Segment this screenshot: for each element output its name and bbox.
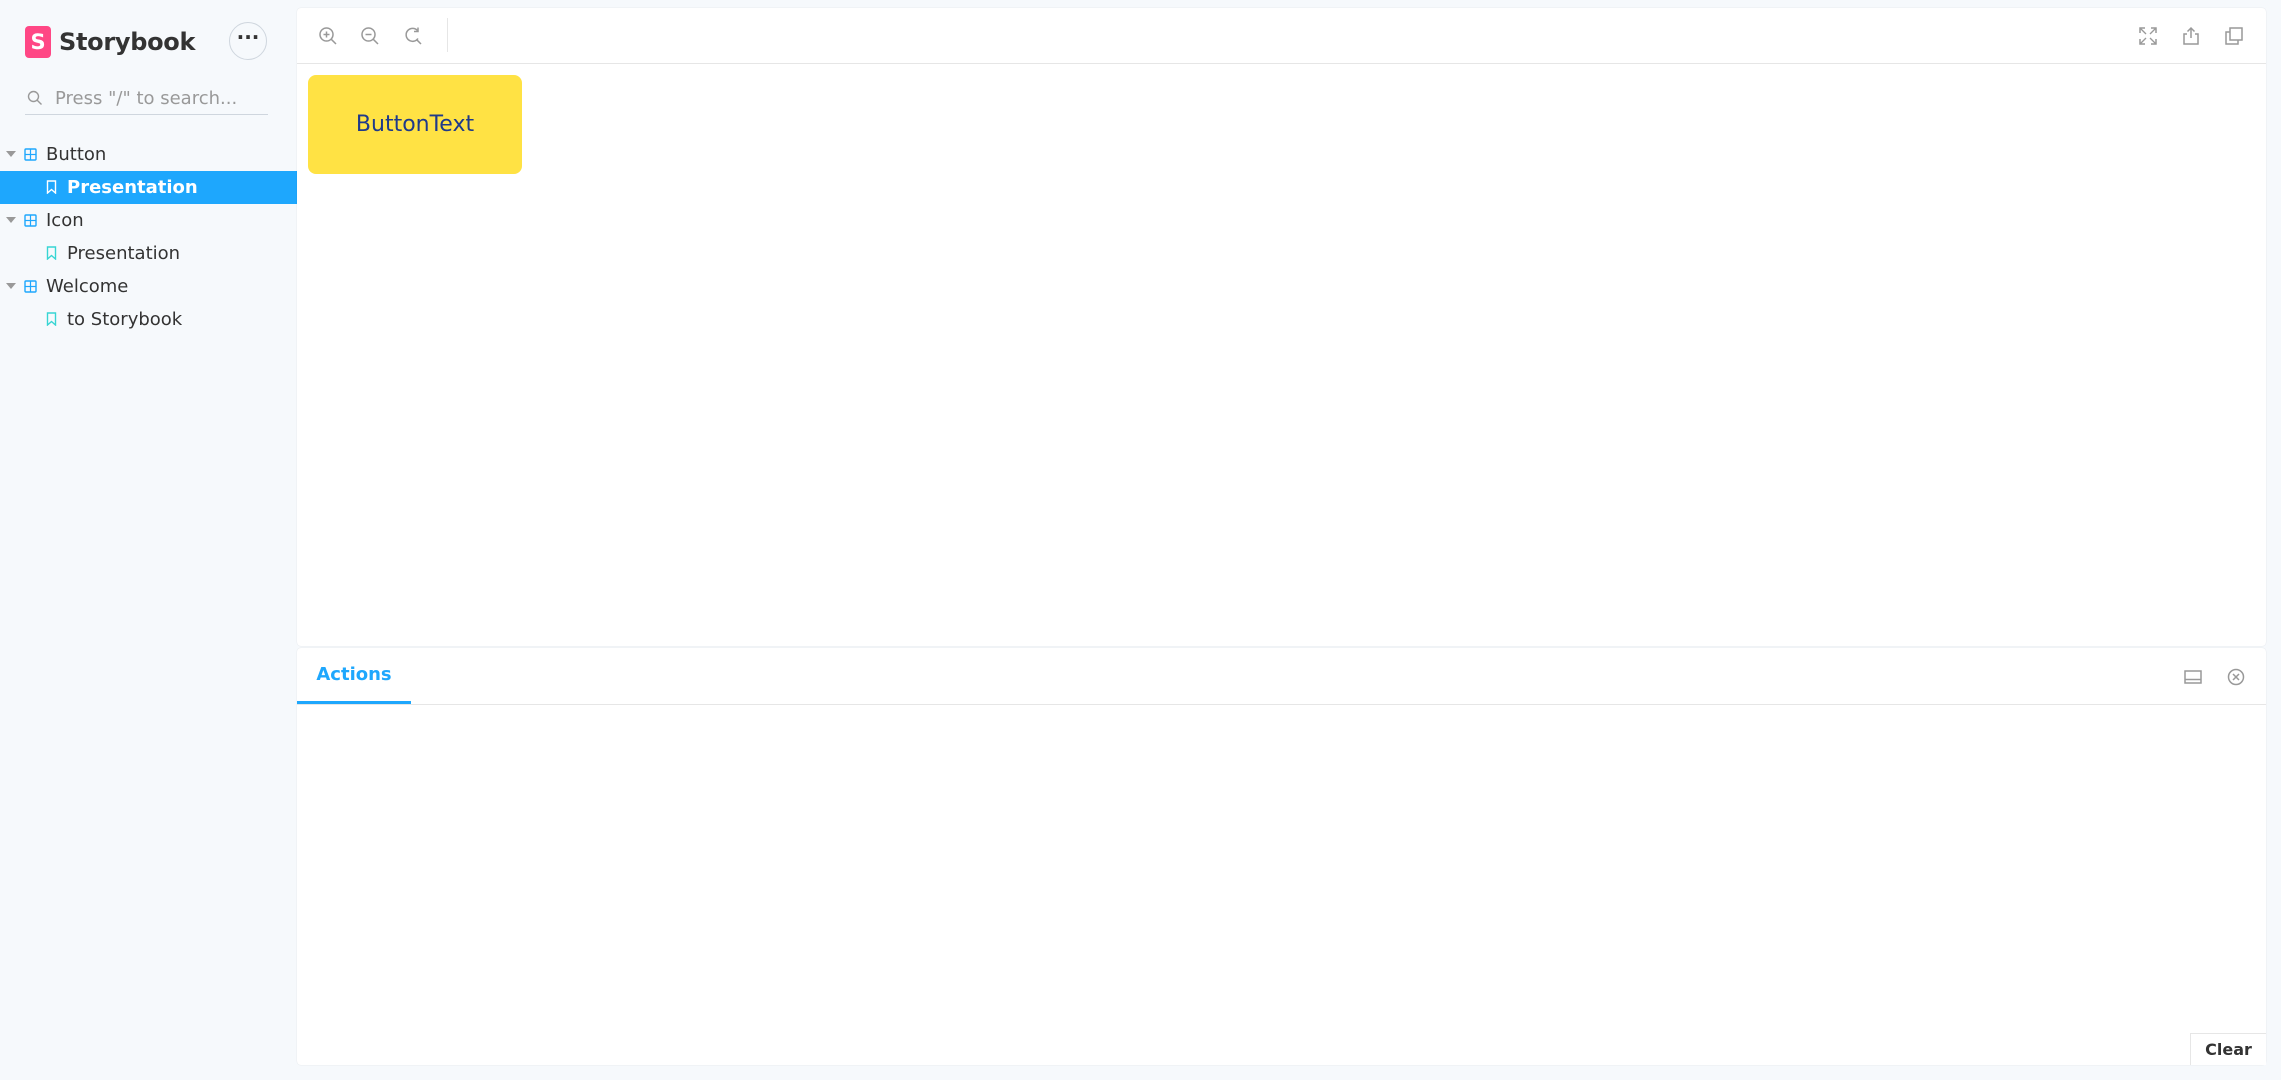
share-button[interactable] <box>2179 24 2203 48</box>
caret-down-icon <box>6 283 16 289</box>
story-item-button-presentation[interactable]: Presentation <box>0 171 297 204</box>
brand[interactable]: S Storybook <box>25 24 195 60</box>
preview-panel: ButtonText <box>297 8 2266 646</box>
caret-down-icon <box>6 217 16 223</box>
close-panel-button[interactable] <box>2224 665 2248 689</box>
sidebar: S Storybook ··· Button Presentation <box>0 0 297 1080</box>
bookmark-icon <box>46 246 57 260</box>
reset-zoom-icon <box>405 27 422 45</box>
tree-node-button[interactable]: Button <box>0 138 297 171</box>
component-icon <box>24 148 37 161</box>
tree-node-label: Button <box>46 144 107 165</box>
component-icon <box>24 280 37 293</box>
panel-position-icon <box>2184 670 2202 684</box>
search-input[interactable] <box>55 87 255 109</box>
reset-zoom-button[interactable] <box>401 24 425 48</box>
tree-node-label: Welcome <box>46 276 129 297</box>
zoom-in-button[interactable] <box>316 24 340 48</box>
toolbar-divider <box>447 18 448 52</box>
clear-button[interactable]: Clear <box>2190 1033 2266 1065</box>
open-new-tab-icon <box>2225 27 2243 45</box>
open-new-tab-button[interactable] <box>2222 24 2246 48</box>
bookmark-icon <box>46 180 57 194</box>
tree-node-icon[interactable]: Icon <box>0 204 297 237</box>
tree-node-label: Icon <box>46 210 84 231</box>
close-panel-icon <box>2227 668 2245 686</box>
zoom-out-icon <box>361 27 379 45</box>
ellipsis-icon: ··· <box>236 25 260 49</box>
fullscreen-icon <box>2139 27 2157 45</box>
story-item-icon-presentation[interactable]: Presentation <box>0 237 297 270</box>
search-icon <box>27 90 42 105</box>
zoom-out-button[interactable] <box>358 24 382 48</box>
story-item-welcome-to-storybook[interactable]: to Storybook <box>0 303 297 336</box>
addons-tabbar: Actions <box>297 648 2266 705</box>
search-box[interactable] <box>25 82 268 115</box>
share-icon <box>2183 26 2199 45</box>
bookmark-icon <box>46 312 57 326</box>
storybook-logo-icon: S <box>25 26 51 58</box>
story-item-label: Presentation <box>67 243 181 264</box>
story-tree: Button Presentation Icon Presentation We… <box>0 138 297 336</box>
brand-name: Storybook <box>59 28 196 56</box>
sidebar-menu-button[interactable]: ··· <box>229 22 267 60</box>
zoom-in-icon <box>319 27 337 45</box>
component-icon <box>24 214 37 227</box>
tab-actions[interactable]: Actions <box>297 648 411 704</box>
demo-button[interactable]: ButtonText <box>308 75 522 174</box>
fullscreen-button[interactable] <box>2136 24 2160 48</box>
story-item-label: to Storybook <box>67 309 183 330</box>
preview-toolbar <box>297 8 2266 64</box>
caret-down-icon <box>6 151 16 157</box>
tree-node-welcome[interactable]: Welcome <box>0 270 297 303</box>
addons-panel: Actions Clear <box>297 648 2266 1065</box>
preview-canvas: ButtonText <box>297 64 2266 646</box>
story-item-label: Presentation <box>67 177 198 198</box>
panel-position-button[interactable] <box>2181 665 2205 689</box>
